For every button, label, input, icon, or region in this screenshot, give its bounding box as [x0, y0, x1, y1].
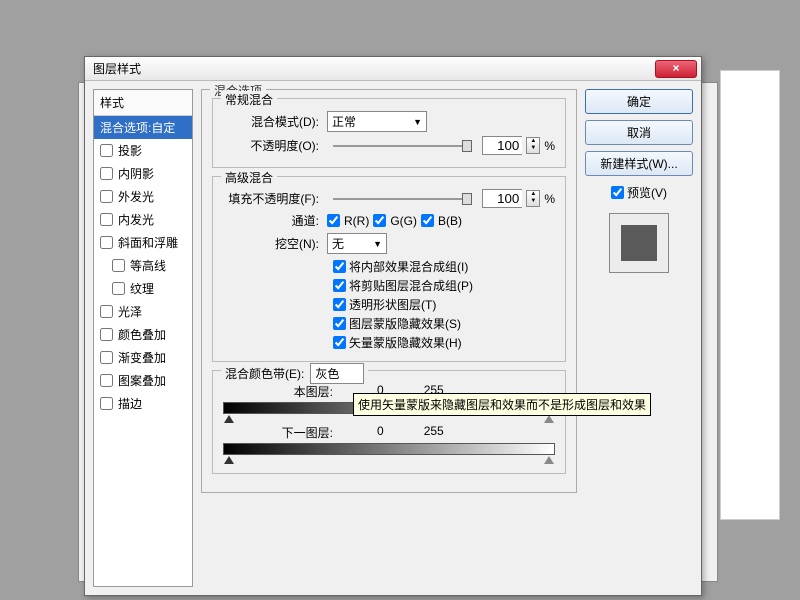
blend-mode-label: 混合模式(D):	[223, 113, 323, 130]
options-panel: 混合选项 常规混合 混合模式(D): 正常▼ 不透明度(O): ▲▼ %	[201, 89, 577, 587]
range-marker-white[interactable]	[544, 415, 554, 423]
layer-mask-hides-checkbox[interactable]	[333, 317, 346, 330]
blend-if-group: 混合颜色带(E): 灰色 本图层: 0 255	[212, 370, 566, 474]
style-checkbox[interactable]	[100, 190, 113, 203]
style-checkbox[interactable]	[100, 213, 113, 226]
knockout-label: 挖空(N):	[223, 235, 323, 252]
channel-r-checkbox[interactable]	[327, 214, 340, 227]
blend-clipped-checkbox[interactable]	[333, 279, 346, 292]
style-pattern-overlay[interactable]: 图案叠加	[94, 369, 192, 392]
style-checkbox[interactable]	[100, 144, 113, 157]
preview-swatch	[621, 225, 657, 261]
style-bevel-emboss[interactable]: 斜面和浮雕	[94, 231, 192, 254]
preview-swatch-box	[609, 213, 669, 273]
preview-checkbox[interactable]	[611, 186, 624, 199]
cancel-button[interactable]: 取消	[585, 120, 693, 145]
new-style-button[interactable]: 新建样式(W)...	[585, 151, 693, 176]
style-checkbox[interactable]	[112, 282, 125, 295]
style-stroke[interactable]: 描边	[94, 392, 192, 415]
style-checkbox[interactable]	[100, 374, 113, 387]
style-checkbox[interactable]	[100, 305, 113, 318]
range-marker-white[interactable]	[544, 456, 554, 464]
transparency-shapes-checkbox[interactable]	[333, 298, 346, 311]
background-document	[720, 70, 780, 520]
opacity-slider[interactable]	[333, 145, 472, 147]
spinner[interactable]: ▲▼	[526, 190, 540, 207]
knockout-select[interactable]: 无▼	[327, 233, 387, 254]
dialog-buttons: 确定 取消 新建样式(W)... 预览(V)	[585, 89, 693, 587]
style-checkbox[interactable]	[112, 259, 125, 272]
advanced-blending-group: 高级混合 填充不透明度(F): ▲▼ % 通道: R(R) G(G) B(B)	[212, 176, 566, 362]
blending-options-fieldset: 混合选项 常规混合 混合模式(D): 正常▼ 不透明度(O): ▲▼ %	[201, 89, 577, 493]
styles-header: 样式	[94, 90, 192, 116]
style-checkbox[interactable]	[100, 397, 113, 410]
tooltip: 使用矢量蒙版来隐藏图层和效果而不是形成图层和效果	[353, 393, 651, 416]
range-marker-black[interactable]	[224, 415, 234, 423]
chevron-down-icon: ▼	[413, 117, 422, 127]
style-color-overlay[interactable]: 颜色叠加	[94, 323, 192, 346]
chevron-down-icon: ▼	[373, 239, 382, 249]
style-satin[interactable]: 光泽	[94, 300, 192, 323]
fill-opacity-slider[interactable]	[333, 198, 472, 200]
ok-button[interactable]: 确定	[585, 89, 693, 114]
slider-thumb[interactable]	[462, 140, 472, 152]
style-contour[interactable]: 等高线	[94, 254, 192, 277]
style-checkbox[interactable]	[100, 167, 113, 180]
style-inner-shadow[interactable]: 内阴影	[94, 162, 192, 185]
general-blending-group: 常规混合 混合模式(D): 正常▼ 不透明度(O): ▲▼ %	[212, 98, 566, 168]
style-texture[interactable]: 纹理	[94, 277, 192, 300]
blend-if-select[interactable]: 灰色	[310, 363, 364, 384]
range-marker-black[interactable]	[224, 456, 234, 464]
fill-opacity-input[interactable]	[482, 189, 522, 208]
blend-mode-select[interactable]: 正常▼	[327, 111, 427, 132]
slider-thumb[interactable]	[462, 193, 472, 205]
channel-b-checkbox[interactable]	[421, 214, 434, 227]
styles-list: 样式 混合选项:自定 投影 内阴影 外发光 内发光 斜面和浮雕 等高线 纹理 光…	[93, 89, 193, 587]
opacity-label: 不透明度(O):	[223, 137, 323, 154]
style-outer-glow[interactable]: 外发光	[94, 185, 192, 208]
blend-interior-checkbox[interactable]	[333, 260, 346, 273]
style-gradient-overlay[interactable]: 渐变叠加	[94, 346, 192, 369]
close-button[interactable]: ×	[655, 60, 697, 78]
underlying-layer-range[interactable]	[223, 443, 555, 455]
opacity-input[interactable]	[482, 136, 522, 155]
dialog-title: 图层样式	[89, 60, 655, 77]
style-checkbox[interactable]	[100, 328, 113, 341]
titlebar: 图层样式 ×	[85, 57, 701, 81]
spinner[interactable]: ▲▼	[526, 137, 540, 154]
vector-mask-hides-checkbox[interactable]	[333, 336, 346, 349]
style-blending-options[interactable]: 混合选项:自定	[94, 116, 192, 139]
channel-g-checkbox[interactable]	[373, 214, 386, 227]
channels-label: 通道:	[223, 212, 323, 229]
fill-opacity-label: 填充不透明度(F):	[223, 190, 323, 207]
style-drop-shadow[interactable]: 投影	[94, 139, 192, 162]
style-checkbox[interactable]	[100, 351, 113, 364]
style-checkbox[interactable]	[100, 236, 113, 249]
layer-style-dialog: 图层样式 × 样式 混合选项:自定 投影 内阴影 外发光 内发光 斜面和浮雕 等…	[84, 56, 702, 596]
style-inner-glow[interactable]: 内发光	[94, 208, 192, 231]
close-icon: ×	[672, 61, 679, 75]
